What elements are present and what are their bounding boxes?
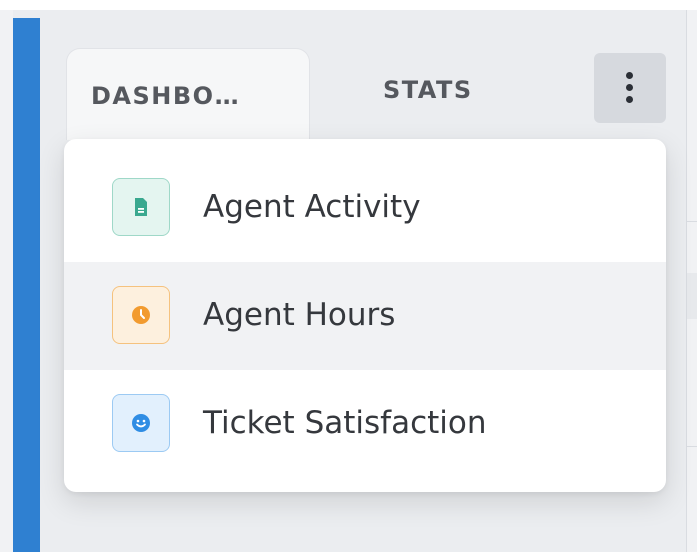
clock-icon [112,286,170,344]
row-shade [687,273,697,319]
tab-stats[interactable]: STATS [383,48,503,140]
divider [687,446,697,447]
divider [687,221,697,222]
menu-item-ticket-satisfaction[interactable]: Ticket Satisfaction [64,370,666,478]
tab-bar: DASHBO… STATS [40,18,686,140]
content-edge [686,10,697,552]
tab-dashboards-label: DASHBO… [91,82,241,110]
menu-item-label: Agent Activity [203,189,421,225]
top-border [0,0,697,10]
accent-sidebar-bar [13,18,40,552]
menu-item-label: Ticket Satisfaction [203,405,487,441]
menu-item-agent-hours[interactable]: Agent Hours [64,262,666,370]
tab-stats-label: STATS [383,76,473,104]
menu-item-label: Agent Hours [203,297,396,333]
tab-dashboards[interactable]: DASHBO… [66,48,310,140]
left-gutter [0,10,13,552]
app-window: DASHBO… STATS Agent Activity Agent Hours… [0,0,697,552]
smiley-icon [112,394,170,452]
more-options-dropdown: Agent Activity Agent Hours Ticket Satisf… [64,139,666,492]
document-icon [112,178,170,236]
more-options-button[interactable] [594,53,666,123]
menu-item-agent-activity[interactable]: Agent Activity [64,139,666,247]
